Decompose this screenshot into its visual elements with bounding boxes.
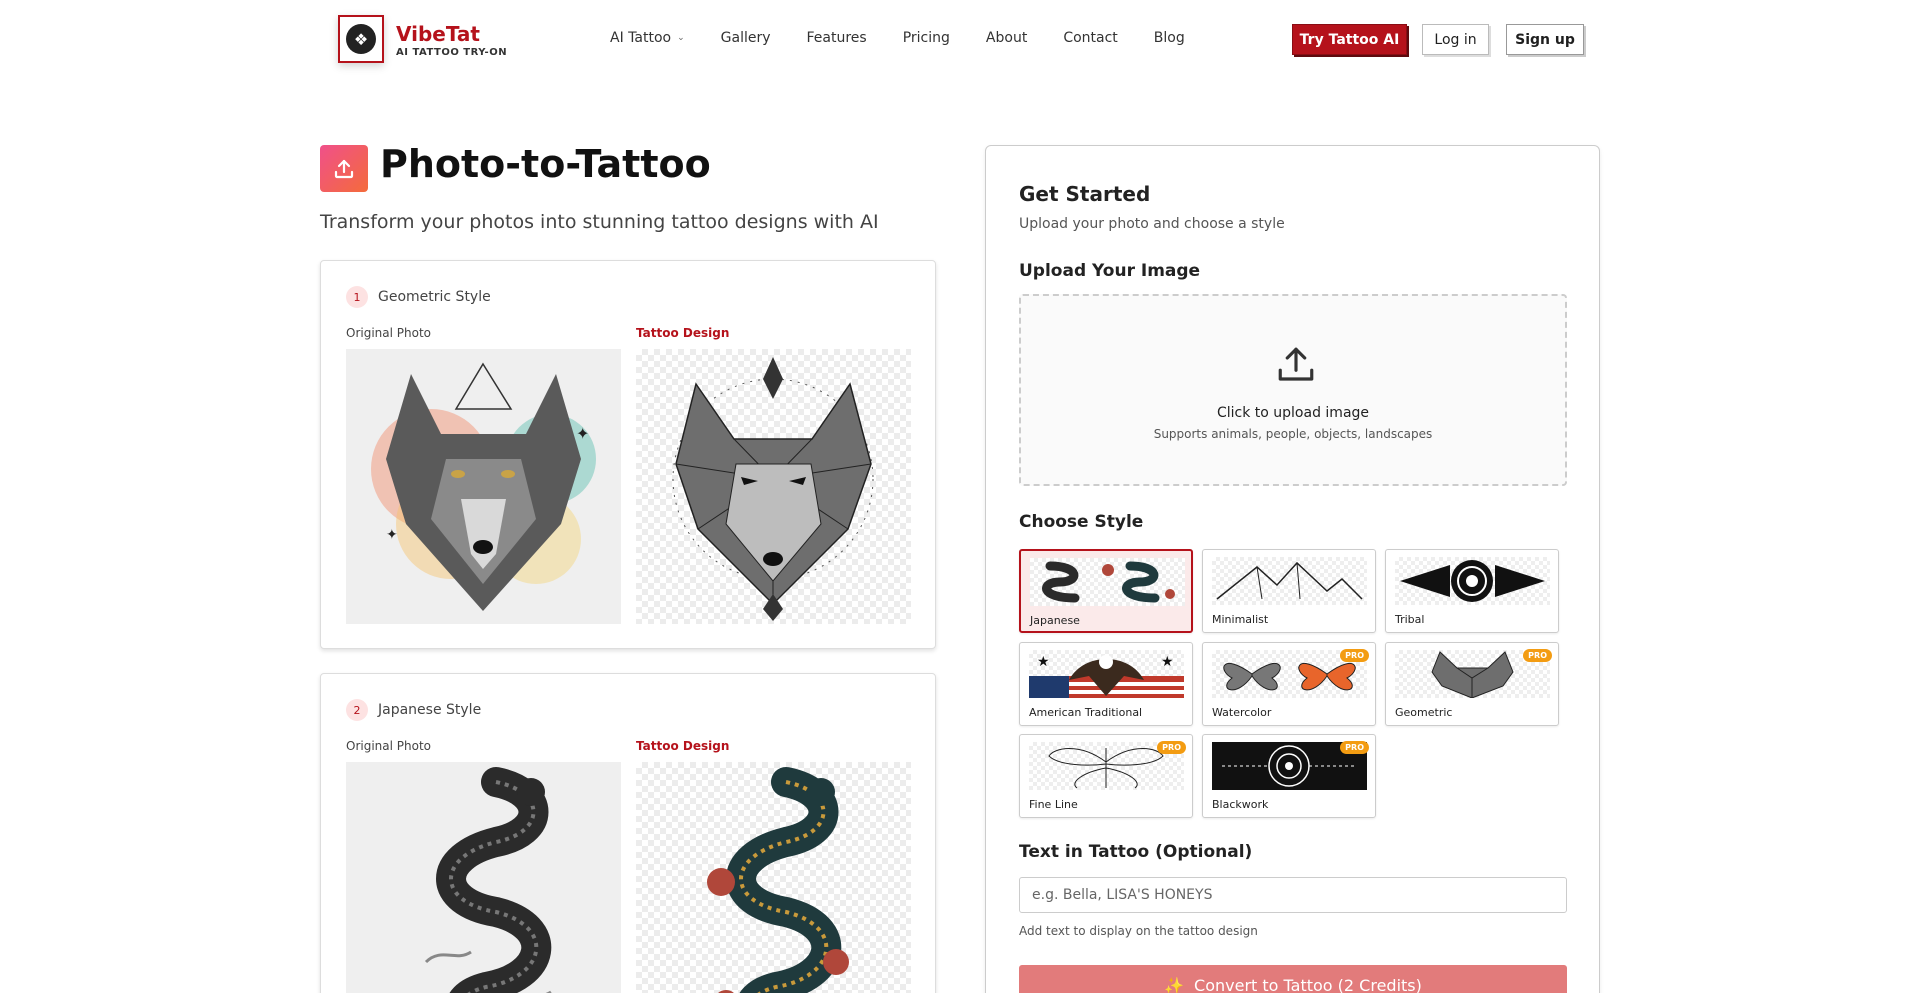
sparkle-icon: ✨ bbox=[1164, 975, 1185, 993]
dragon-photo-image bbox=[346, 762, 621, 993]
step-number-badge: 1 bbox=[346, 286, 368, 308]
style-label: Watercolor bbox=[1212, 706, 1272, 719]
get-started-panel: Get Started Upload your photo and choose… bbox=[985, 145, 1600, 993]
pro-badge: PRO bbox=[1340, 741, 1369, 754]
nav-item-ai-tattoo[interactable]: AI Tattoo ⌄ bbox=[610, 30, 685, 46]
original-photo-label: Original Photo bbox=[346, 739, 432, 753]
style-option-american-traditional[interactable]: ★ ★ American Traditional bbox=[1019, 642, 1193, 726]
tattoo-text-hint: Add text to display on the tattoo design bbox=[1019, 924, 1258, 938]
style-label: Blackwork bbox=[1212, 798, 1269, 811]
nav-item-about[interactable]: About bbox=[986, 30, 1027, 46]
signup-button[interactable]: Sign up bbox=[1506, 24, 1584, 55]
login-button[interactable]: Log in bbox=[1422, 24, 1489, 55]
tattoo-design-label: Tattoo Design bbox=[636, 326, 730, 340]
nav-item-label: AI Tattoo bbox=[610, 30, 672, 46]
style-option-tribal[interactable]: Tribal bbox=[1385, 549, 1559, 633]
tribal-style-thumbnail bbox=[1395, 557, 1550, 605]
image-upload-dropzone[interactable]: Click to upload image Supports animals, … bbox=[1019, 294, 1567, 486]
example-card: 2 Japanese Style Original Photo Tattoo D… bbox=[320, 673, 936, 993]
style-label: American Traditional bbox=[1029, 706, 1143, 719]
original-photo-label: Original Photo bbox=[346, 326, 432, 340]
nav-item-contact[interactable]: Contact bbox=[1063, 30, 1117, 46]
brand-name[interactable]: VibeTat bbox=[396, 22, 480, 46]
style-option-geometric[interactable]: PRO Geometric bbox=[1385, 642, 1559, 726]
style-option-watercolor[interactable]: PRO Watercolor bbox=[1202, 642, 1376, 726]
svg-text:★: ★ bbox=[1161, 654, 1174, 670]
page-subtitle: Transform your photos into stunning tatt… bbox=[320, 211, 879, 233]
pro-badge: PRO bbox=[1523, 649, 1552, 662]
panel-subtitle: Upload your photo and choose a style bbox=[1019, 216, 1285, 232]
style-label: Tribal bbox=[1395, 613, 1425, 626]
upload-prompt: Click to upload image bbox=[1216, 405, 1370, 421]
main-nav: AI Tattoo ⌄ Gallery Features Pricing Abo… bbox=[610, 30, 1185, 46]
upload-heading: Upload Your Image bbox=[1019, 261, 1201, 281]
upload-icon bbox=[320, 145, 368, 192]
tattoo-design-label: Tattoo Design bbox=[636, 739, 730, 753]
choose-style-heading: Choose Style bbox=[1019, 512, 1144, 532]
minimalist-style-thumbnail bbox=[1212, 557, 1367, 605]
example-card: 1 Geometric Style Original Photo Tattoo … bbox=[320, 260, 936, 649]
brand-tagline: AI TATTOO TRY-ON bbox=[396, 47, 508, 58]
svg-text:✦: ✦ bbox=[576, 424, 589, 443]
japanese-dragon-tattoo-image bbox=[636, 762, 911, 993]
example-style-name: Geometric Style bbox=[378, 289, 491, 305]
svg-text:★: ★ bbox=[1037, 654, 1050, 670]
american-traditional-style-thumbnail: ★ ★ bbox=[1029, 650, 1184, 698]
example-style-name: Japanese Style bbox=[378, 702, 482, 718]
upload-hint: Supports animals, people, objects, lands… bbox=[1153, 427, 1433, 441]
pro-badge: PRO bbox=[1340, 649, 1369, 662]
convert-button-label: Convert to Tattoo (2 Credits) bbox=[1194, 975, 1422, 993]
style-label: Japanese bbox=[1030, 614, 1080, 627]
chevron-down-icon: ⌄ bbox=[677, 33, 685, 43]
upload-icon bbox=[1278, 347, 1314, 381]
pro-badge: PRO bbox=[1157, 741, 1186, 754]
nav-item-gallery[interactable]: Gallery bbox=[721, 30, 771, 46]
logo-emblem-icon: ❖ bbox=[346, 24, 376, 54]
nav-item-features[interactable]: Features bbox=[807, 30, 867, 46]
example-step-header: 2 Japanese Style bbox=[346, 699, 481, 721]
panel-title: Get Started bbox=[1019, 182, 1151, 206]
style-option-minimalist[interactable]: Minimalist bbox=[1202, 549, 1376, 633]
geometric-wolf-tattoo-image bbox=[636, 349, 911, 624]
style-option-fine-line[interactable]: PRO Fine Line bbox=[1019, 734, 1193, 818]
style-option-blackwork[interactable]: PRO Blackwork bbox=[1202, 734, 1376, 818]
step-number-badge: 2 bbox=[346, 699, 368, 721]
style-label: Fine Line bbox=[1029, 798, 1078, 811]
example-step-header: 1 Geometric Style bbox=[346, 286, 491, 308]
japanese-style-thumbnail bbox=[1030, 558, 1185, 606]
site-header: ❖ VibeTat AI TATTOO TRY-ON AI Tattoo ⌄ G… bbox=[0, 0, 1920, 80]
style-option-japanese[interactable]: Japanese bbox=[1019, 549, 1193, 633]
page-title: Photo-to-Tattoo bbox=[380, 142, 711, 186]
svg-text:✦: ✦ bbox=[386, 527, 398, 543]
wolf-photo-image: ✦ ✦ bbox=[346, 349, 621, 624]
convert-to-tattoo-button[interactable]: ✨ Convert to Tattoo (2 Credits) bbox=[1019, 965, 1567, 993]
tattoo-text-heading: Text in Tattoo (Optional) bbox=[1019, 842, 1253, 862]
tattoo-text-input[interactable] bbox=[1019, 877, 1567, 913]
nav-item-blog[interactable]: Blog bbox=[1154, 30, 1185, 46]
style-label: Geometric bbox=[1395, 706, 1453, 719]
nav-item-pricing[interactable]: Pricing bbox=[903, 30, 950, 46]
try-tattoo-ai-button[interactable]: Try Tattoo AI bbox=[1292, 24, 1407, 55]
logo[interactable]: ❖ bbox=[338, 15, 384, 63]
style-label: Minimalist bbox=[1212, 613, 1269, 626]
